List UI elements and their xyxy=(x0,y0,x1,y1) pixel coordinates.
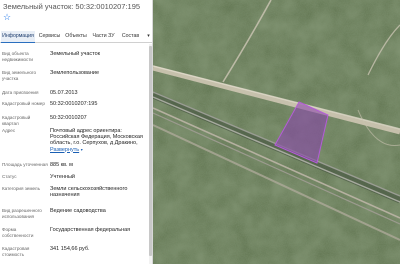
tab-parts[interactable]: Части ЗУ xyxy=(90,31,117,43)
field-label: Вид земельного участка xyxy=(2,70,37,81)
chevron-down-icon[interactable]: ▾ xyxy=(145,31,152,43)
scrollbar-thumb[interactable] xyxy=(149,46,152,256)
field-value: 05.07.2013 xyxy=(50,90,78,96)
field-label: Вид объекта недвижимости xyxy=(2,51,33,62)
info-panel: Земельный участок: 50:32:0010207:195 ☆ И… xyxy=(0,0,153,264)
field-value: Земельный участок xyxy=(50,51,101,57)
field-value: Учтенный xyxy=(50,174,75,180)
field-label: Категория земель xyxy=(2,186,40,191)
field-label: Статус xyxy=(2,174,17,179)
field-value: Земли сельскохозяйственного назначения xyxy=(50,186,128,199)
address-text: Почтовый адрес ориентира: Российская Фед… xyxy=(50,128,143,147)
field-label: Площадь уточненная xyxy=(2,162,48,167)
field-label: Адрес xyxy=(2,128,16,133)
field-label: Кадастровая стоимость xyxy=(2,246,30,257)
field-value: 50:32:0010207 xyxy=(50,115,87,121)
scrollbar[interactable] xyxy=(149,44,152,264)
field-value: Государственная федеральная xyxy=(50,227,131,233)
field-label: Дата присвоения xyxy=(2,90,39,95)
field-value: 50:32:0010207:195 xyxy=(50,101,98,107)
tab-composition[interactable]: Состав xyxy=(119,31,142,43)
page-title: Земельный участок: 50:32:0010207:195 xyxy=(3,2,141,11)
tab-info[interactable]: Информация xyxy=(1,31,35,43)
field-label: Вид разрешенного использования xyxy=(2,208,42,219)
field-value: Ведение садоводства xyxy=(50,208,106,214)
terrain-grain xyxy=(153,0,400,264)
field-value: 885 кв. м xyxy=(50,162,73,168)
tab-objects[interactable]: Объекты xyxy=(64,31,88,43)
tab-bar: Информация Сервисы Объекты Части ЗУ Сост… xyxy=(0,31,152,43)
tab-services[interactable]: Сервисы xyxy=(37,31,62,43)
field-value: 341 154,66 руб. xyxy=(50,246,90,252)
field-label: Кадастровый номер xyxy=(2,101,45,106)
field-label: Форма собственности xyxy=(2,227,34,238)
star-outline-icon[interactable]: ☆ xyxy=(3,12,11,22)
chevron-down-icon[interactable]: ▾ xyxy=(81,147,83,152)
field-value: Землепользование xyxy=(50,70,100,76)
satellite-map[interactable] xyxy=(153,0,400,264)
map-canvas[interactable] xyxy=(153,0,400,264)
expand-link[interactable]: Развернуть xyxy=(50,147,79,153)
field-value: Почтовый адрес ориентира: Российская Фед… xyxy=(50,128,146,153)
field-label: Кадастровый квартал xyxy=(2,115,31,126)
